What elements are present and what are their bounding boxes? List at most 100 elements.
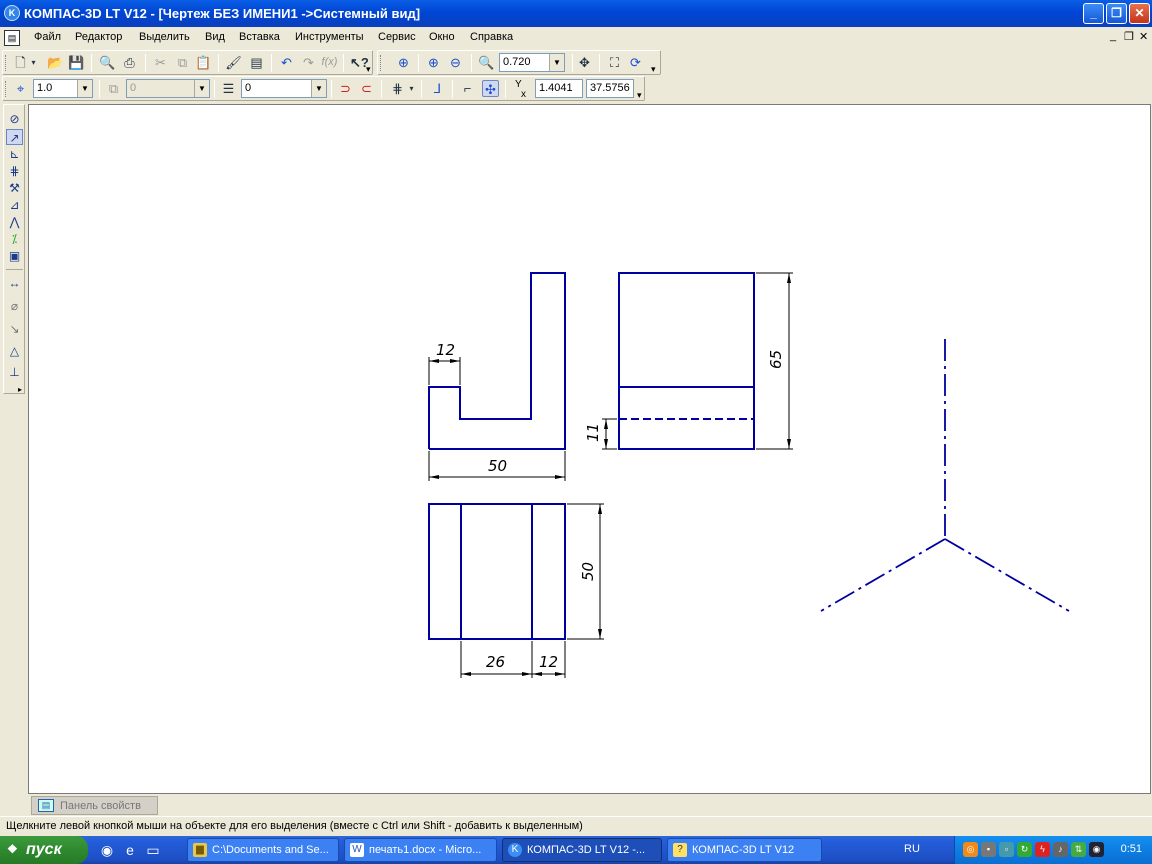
chevron-down-icon[interactable]: ▼ xyxy=(549,54,564,71)
layer-icon[interactable]: ⧉ xyxy=(105,80,122,97)
zoom-window-icon[interactable]: ⊕ xyxy=(395,54,412,71)
zoom-out-icon[interactable]: ⊖ xyxy=(447,54,464,71)
snap-settings-icon[interactable]: ⊂ xyxy=(358,80,375,97)
close-button[interactable]: ✕ xyxy=(1129,3,1150,24)
task-kompas-help[interactable]: ? КОМПАС-3D LT V12 xyxy=(667,838,822,862)
cut-icon[interactable]: ✂ xyxy=(152,54,169,71)
toolbar-overflow-icon[interactable]: ▾ xyxy=(637,90,642,101)
menu-file[interactable]: Файл xyxy=(34,31,61,43)
usb-icon[interactable]: ⇅ xyxy=(1071,842,1086,857)
height-mark-icon[interactable]: ⊥ xyxy=(6,364,23,380)
edit-icon[interactable]: ⋕ xyxy=(6,163,23,179)
dimensions-icon[interactable]: ↗ xyxy=(6,129,23,145)
pan-icon[interactable]: ✥ xyxy=(576,54,593,71)
menu-insert[interactable]: Вставка xyxy=(239,31,280,43)
menu-service[interactable]: Сервис xyxy=(378,31,416,43)
new-dropdown-icon[interactable]: ▾ xyxy=(29,54,38,71)
minimize-button[interactable]: _ xyxy=(1083,3,1104,24)
snap-magnet-icon[interactable]: ⊃ xyxy=(337,80,354,97)
menu-select[interactable]: Выделить xyxy=(139,31,190,43)
zoom-combo[interactable]: 0.720 ▼ xyxy=(499,53,565,72)
geometry-icon[interactable]: ⊘ xyxy=(6,111,23,127)
menu-help[interactable]: Справка xyxy=(470,31,513,43)
linear-dimension-icon[interactable]: ↔ xyxy=(6,275,23,291)
new-document-icon[interactable]: 🗋 xyxy=(12,54,29,71)
chevron-down-icon[interactable]: ▼ xyxy=(194,80,209,97)
zoom-scale-icon[interactable]: 🔍 xyxy=(478,54,495,71)
dim-label-front-step[interactable]: 12 xyxy=(436,341,455,359)
menu-window[interactable]: Окно xyxy=(429,31,455,43)
drawing-svg[interactable]: 50 12 65 11 50 26 12 xyxy=(29,105,1152,795)
redo-icon[interactable]: ↷ xyxy=(300,54,317,71)
undo-icon[interactable]: ↶ xyxy=(278,54,295,71)
format-brush-icon[interactable]: 🖌 xyxy=(225,54,242,71)
coord-y-field[interactable]: 37.5756 xyxy=(586,79,634,98)
formula-icon[interactable]: f(x) xyxy=(321,54,338,71)
printer-tray-icon[interactable]: ▪ xyxy=(981,842,996,857)
mdi-minimize-button[interactable]: _ xyxy=(1110,30,1116,42)
round-icon[interactable]: ✣ xyxy=(482,80,499,97)
side-view-outline[interactable] xyxy=(618,272,755,450)
dim-label-top-right[interactable]: 12 xyxy=(539,653,558,671)
toolbar-overflow-icon[interactable]: ▾ xyxy=(651,64,656,75)
internet-explorer-icon[interactable]: e xyxy=(121,841,139,859)
start-button[interactable]: ❖ пуск xyxy=(0,836,88,864)
coord-x-field[interactable]: 1.4041 xyxy=(535,79,583,98)
toolbar-grip[interactable] xyxy=(5,55,7,71)
menu-view[interactable]: Вид xyxy=(205,31,225,43)
chevron-down-icon[interactable]: ▼ xyxy=(311,80,326,97)
axis-left[interactable] xyxy=(820,538,946,612)
radial-dimension-icon[interactable]: ↘ xyxy=(6,321,23,337)
top-view-outline[interactable] xyxy=(428,503,566,640)
dim-label-top-middle[interactable]: 26 xyxy=(486,653,505,671)
task-kompas-active[interactable]: K КОМПАС-3D LT V12 -... xyxy=(502,838,662,862)
measure-icon[interactable]: ⊿ xyxy=(6,197,23,213)
context-help-icon[interactable]: ↖? xyxy=(350,54,369,71)
ortho-icon[interactable]: ⌐ xyxy=(459,80,476,97)
spec-icon[interactable]: ▣ xyxy=(6,248,23,264)
clock[interactable]: 0:51 xyxy=(1121,843,1142,855)
toolbar-grip[interactable] xyxy=(5,81,7,97)
dim-label-side-hidden[interactable]: 11 xyxy=(584,423,602,442)
title-bar[interactable]: K КОМПАС-3D LT V12 - [Чертеж БЕЗ ИМЕНИ1 … xyxy=(0,0,1152,27)
properties-icon[interactable]: ▤ xyxy=(248,54,265,71)
cursor-step-icon[interactable]: ⌖ xyxy=(12,80,29,97)
dim-label-side-height[interactable]: 65 xyxy=(767,350,785,369)
layer-combo[interactable]: 0 ▼ xyxy=(126,79,210,98)
property-panel-tab[interactable]: ▤ Панель свойств xyxy=(31,796,158,815)
angular-dimension-icon[interactable]: △ xyxy=(6,343,23,359)
menu-editor[interactable]: Редактор xyxy=(75,31,122,43)
print-preview-icon[interactable]: 🔍 xyxy=(99,54,116,71)
media-player-icon[interactable]: ◉ xyxy=(98,841,116,859)
print-icon[interactable]: ⎙ xyxy=(121,54,138,71)
dim-label-top-depth[interactable]: 50 xyxy=(579,562,597,581)
layers-icon[interactable]: ☰ xyxy=(220,80,237,97)
style-combo[interactable]: 0 ▼ xyxy=(241,79,327,98)
restore-button[interactable]: ❐ xyxy=(1106,3,1127,24)
chevron-down-icon[interactable]: ▼ xyxy=(77,80,92,97)
toolbar-grip[interactable] xyxy=(380,55,382,71)
local-cs-icon[interactable]: ⅃ xyxy=(429,80,446,97)
save-icon[interactable]: 💾 xyxy=(68,54,85,71)
diameter-dimension-icon[interactable]: ⌀ xyxy=(6,298,23,314)
open-folder-icon[interactable]: 📂 xyxy=(47,54,64,71)
document-icon[interactable]: ▤ xyxy=(4,30,20,46)
step-combo[interactable]: 1.0 ▼ xyxy=(33,79,93,98)
copy-icon[interactable]: ⧉ xyxy=(174,54,191,71)
axis-right[interactable] xyxy=(944,538,1070,612)
zoom-in-icon[interactable]: ⊕ xyxy=(425,54,442,71)
panel-expand-icon[interactable]: ▸ xyxy=(18,385,22,394)
drawing-canvas[interactable]: 50 12 65 11 50 26 12 xyxy=(28,104,1151,794)
paste-icon[interactable]: 📋 xyxy=(195,54,212,71)
sound-icon[interactable]: ♪ xyxy=(1053,842,1068,857)
menu-tools[interactable]: Инструменты xyxy=(295,31,364,43)
audio-manager-icon[interactable]: ◉ xyxy=(1089,842,1104,857)
task-word[interactable]: W печать1.docx - Micro... xyxy=(344,838,497,862)
language-indicator[interactable]: RU xyxy=(904,843,920,855)
grid-dropdown-icon[interactable]: ▾ xyxy=(407,80,416,97)
parametrization-icon[interactable]: ⚒ xyxy=(6,180,23,196)
show-desktop-icon[interactable]: ▭ xyxy=(144,841,162,859)
show-all-icon[interactable]: ⛶ xyxy=(606,54,623,71)
task-explorer[interactable]: ▆ C:\Documents and Se... xyxy=(187,838,339,862)
network-icon[interactable]: ▫ xyxy=(999,842,1014,857)
